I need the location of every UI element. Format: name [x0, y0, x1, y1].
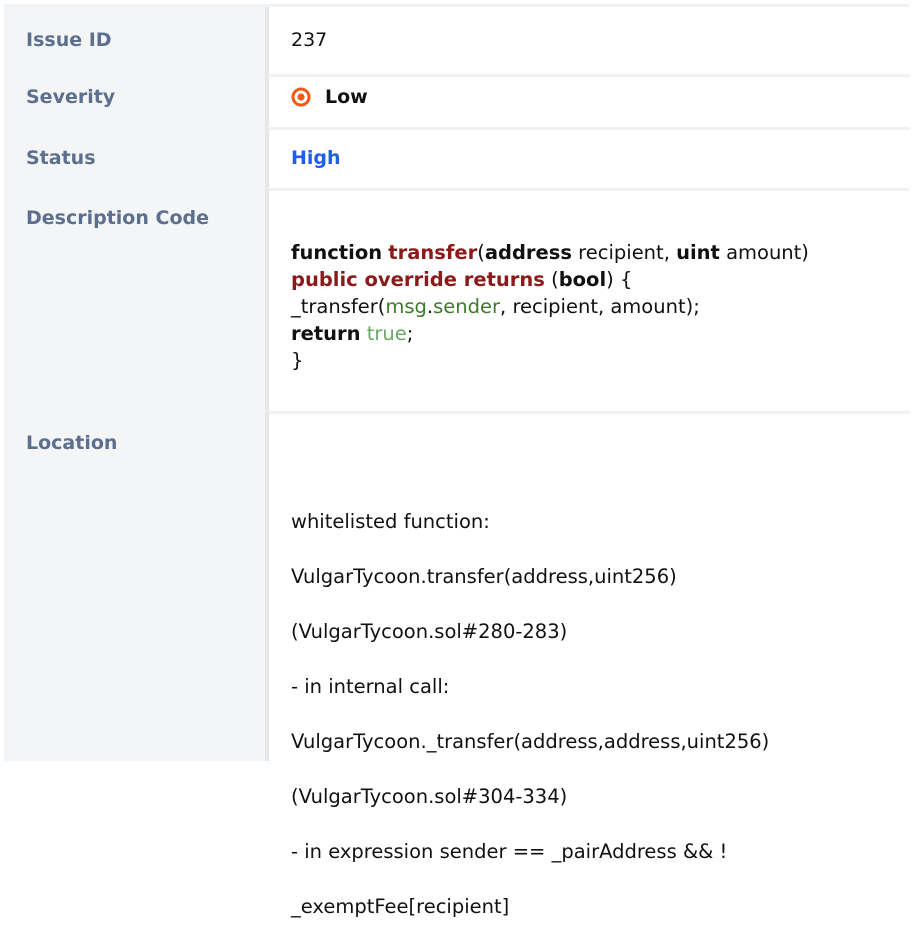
- code-text: amount): [719, 241, 809, 264]
- severity-target-icon: [291, 87, 311, 107]
- code-line-3: _transfer(msg.sender, recipient, amount)…: [291, 293, 910, 320]
- location-line: - in expression sender == _pairAddress &…: [291, 839, 728, 863]
- status-value: High: [291, 147, 341, 169]
- location-line: whitelisted function:: [291, 509, 490, 533]
- location-text: whitelisted function: VulgarTycoon.trans…: [291, 480, 910, 948]
- severity-indicator: Low: [291, 86, 910, 108]
- status-label: Status: [4, 128, 269, 188]
- description-code-label: Description Code: [4, 189, 269, 411]
- code-keyword-bool: bool: [558, 268, 607, 291]
- severity-label: Severity: [4, 72, 269, 127]
- code-literal-true: true: [366, 322, 407, 345]
- code-line-1: function transfer(address recipient, uin…: [291, 239, 910, 266]
- status-value-cell: High: [269, 128, 910, 188]
- code-text: ) {: [606, 268, 633, 291]
- code-modifiers: public override returns: [291, 268, 545, 291]
- code-keyword-function: function: [291, 241, 383, 264]
- code-line-4: return true;: [291, 320, 910, 347]
- location-line: (VulgarTycoon.sol#280-283): [291, 619, 568, 643]
- location-line: VulgarTycoon.transfer(address,uint256): [291, 564, 677, 588]
- code-line-2: public override returns (bool) {: [291, 266, 910, 293]
- code-text: _transfer(: [291, 295, 386, 318]
- severity-value: Low: [325, 86, 368, 108]
- code-keyword-return: return: [291, 322, 361, 345]
- issue-id-value: 237: [291, 29, 328, 51]
- location-cell: whitelisted function: VulgarTycoon.trans…: [269, 412, 910, 918]
- row-issue-id: Issue ID 237: [4, 4, 910, 77]
- row-severity: Severity Low: [4, 72, 910, 130]
- location-line: VulgarTycoon._transfer(address,address,u…: [291, 729, 770, 753]
- issue-details-table: Issue ID 237 Severity Low Status High De…: [0, 0, 922, 918]
- location-label: Location: [4, 412, 269, 761]
- issue-id-label: Issue ID: [4, 7, 269, 74]
- code-global-msg: msg: [385, 295, 427, 318]
- row-status: Status High: [4, 128, 910, 191]
- row-location: Location whitelisted function: VulgarTyc…: [4, 412, 910, 918]
- location-line: - in internal call:: [291, 674, 450, 698]
- code-text: ;: [406, 322, 414, 345]
- code-snippet: function transfer(address recipient, uin…: [291, 239, 910, 374]
- code-function-name: transfer: [388, 241, 478, 264]
- code-text: (: [477, 241, 485, 264]
- location-line: _exemptFee[recipient]: [291, 894, 510, 918]
- code-text: , recipient, amount);: [500, 295, 700, 318]
- code-line-5: }: [291, 349, 304, 372]
- location-line: (VulgarTycoon.sol#304-334): [291, 784, 568, 808]
- description-code-cell: function transfer(address recipient, uin…: [269, 189, 910, 411]
- code-keyword-uint: uint: [676, 241, 720, 264]
- severity-value-cell: Low: [269, 72, 910, 127]
- code-text: recipient,: [571, 241, 677, 264]
- code-global-sender: sender: [433, 295, 501, 318]
- code-text: (: [544, 268, 559, 291]
- code-keyword-address: address: [484, 241, 572, 264]
- row-description-code: Description Code function transfer(addre…: [4, 189, 910, 414]
